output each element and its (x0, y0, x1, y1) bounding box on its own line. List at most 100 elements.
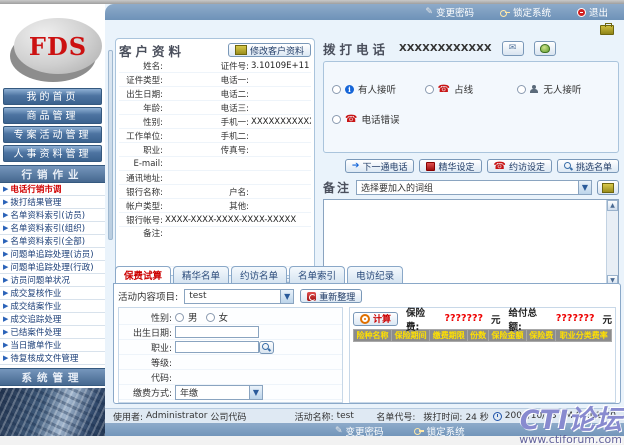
dial-panel-title: 拨打电话 (323, 39, 389, 58)
sidebar-item-dial-results[interactable]: ▶ 拨打结果管理 (0, 196, 105, 209)
radio-icon[interactable] (425, 85, 434, 94)
sidebar-item-campaigns[interactable]: 专案活动管理 (3, 126, 102, 143)
sidebar-item-hr[interactable]: 人事资料管理 (3, 145, 102, 162)
pick-list-button[interactable]: 挑选名单 (557, 159, 619, 173)
gender-male-option[interactable]: 男 (175, 310, 198, 324)
arrow-icon: ▶ (3, 289, 8, 297)
activity-item-label: 活动内容项目: (118, 289, 178, 303)
birthdate-field[interactable] (175, 326, 259, 338)
briefcase-icon (600, 25, 614, 35)
customer-row: 职业: 传真号: (119, 143, 311, 157)
option-no-answer[interactable]: 无人接听 (517, 82, 610, 96)
customer-row: 工作单位: 手机二: (119, 129, 311, 143)
phone-icon: ☎ (345, 115, 357, 124)
change-password-link[interactable]: ✎ 变更密码 (425, 5, 474, 19)
sidebar-section-marketing[interactable]: 行销作业 (0, 165, 105, 183)
col-occupation-rate: 职业分类费率 (556, 330, 612, 342)
logo: FDS (0, 4, 105, 86)
customer-row: E-mail: (119, 157, 311, 171)
edit-customer-button[interactable]: 修改客户资料 (228, 43, 311, 57)
sidebar-item-pending-review-docs[interactable]: ▶ 待复核成文件管理 (0, 352, 105, 365)
option-wrong-number[interactable]: ☎ 电话错误 (332, 112, 425, 126)
next-call-button[interactable]: ➔ 下一通电话 (345, 159, 415, 173)
customer-row: 银行帐号:XXXX-XXXX-XXXX-XXXX-XXXXX (119, 213, 311, 227)
payment-method-label: 缴费方式: (119, 386, 175, 399)
sidebar-item-home[interactable]: 我的首页 (3, 88, 102, 105)
phone-icon: ☎ (438, 85, 450, 94)
sidebar-item-issue-track-admin[interactable]: ▶ 问题单追踪处理(行政) (0, 261, 105, 274)
customer-row: 性别: 手机一:XXXXXXXXXXXX (119, 115, 311, 129)
edit-customer-icon (235, 45, 247, 55)
highlight-settings-button[interactable]: 精华设定 (419, 159, 481, 173)
col-payment-term: 缴费期限 (430, 330, 468, 342)
calculate-button[interactable]: 计算 (353, 312, 398, 326)
briefcase-button[interactable] (600, 25, 614, 38)
message-button[interactable]: ✉ (502, 41, 524, 56)
option-answered[interactable]: i 有人接听 (332, 82, 425, 96)
phrase-select[interactable]: 选择要加入的词组 ▼ (356, 180, 592, 195)
sidebar-item-closed-cases[interactable]: ▶ 已结案件处理 (0, 326, 105, 339)
status-activity: 活动名称: test (295, 410, 354, 423)
magnifier-icon (262, 343, 271, 352)
book-icon (426, 162, 435, 171)
customer-panel-title: 客户资料 (119, 41, 185, 60)
sidebar-item-issue-track-agent[interactable]: ▶ 问题单追踪处理(访员) (0, 248, 105, 261)
call-result-options: i 有人接听 ☎ 占线 无人接听 (323, 61, 619, 153)
birthdate-label: 出生日期: (119, 326, 175, 339)
arrow-icon: ▶ (3, 263, 8, 271)
calculate-icon (360, 314, 370, 324)
payment-method-select[interactable]: 年缴 ▼ (175, 385, 263, 400)
phone-icon: ☎ (494, 162, 506, 171)
sidebar-item-list-index-all[interactable]: ▶ 名单资料索引(全部) (0, 235, 105, 248)
option-busy[interactable]: ☎ 占线 (425, 82, 518, 96)
radio-icon[interactable] (332, 85, 341, 94)
empty-table-body (354, 342, 612, 402)
logout-link[interactable]: 退出 (577, 5, 608, 19)
sidebar-item-daily-cancel[interactable]: ▶ 当日撤单作业 (0, 339, 105, 352)
main-area: ✎ 变更密码 锁定系统 退出 客户资料 (105, 4, 624, 445)
premium-value: ??????? (444, 313, 483, 324)
sidebar-item-phone-survey[interactable]: ▶ 电话行销市调 (0, 183, 105, 196)
sidebar-item-products[interactable]: 商品管理 (3, 107, 102, 124)
occupation-field[interactable] (175, 341, 259, 353)
radio-icon[interactable] (517, 85, 526, 94)
occupation-lookup-button[interactable] (259, 341, 274, 354)
tab-appointment-list[interactable]: 约访名单 (231, 266, 287, 283)
sidebar-item-deal-review[interactable]: ▶ 成交复核作业 (0, 287, 105, 300)
sidebar-item-agent-issue-status[interactable]: ▶ 访员问题单状况 (0, 274, 105, 287)
sidebar-item-deal-track[interactable]: ▶ 成交追踪处理 (0, 313, 105, 326)
customer-row: 出生日期: 电话二: (119, 87, 311, 101)
lower-panel: 保费试算 精华名单 约访名单 名单索引 电访纪录 活动内容项目: test ▼ (113, 266, 621, 404)
notes-label: 备注 (323, 179, 351, 196)
status-user: 使用者: Administrator 公司代码 (113, 410, 246, 423)
tab-premium-trial[interactable]: 保费试算 (115, 266, 171, 283)
next-call-icon: ➔ (352, 161, 360, 171)
lock-system-link[interactable]: 锁定系统 (500, 5, 551, 19)
paste-icon (602, 183, 614, 193)
activity-select[interactable]: test ▼ (184, 289, 294, 304)
insert-phrase-button[interactable] (597, 180, 619, 195)
tab-highlight-list[interactable]: 精华名单 (173, 266, 229, 283)
gender-female-option[interactable]: 女 (206, 310, 229, 324)
collapse-handle[interactable] (108, 50, 113, 240)
sidebar-item-deal-close[interactable]: ▶ 成交结案作业 (0, 300, 105, 313)
radio-icon[interactable] (175, 313, 184, 322)
col-insured-amount: 保险金额 (488, 330, 526, 342)
dial-number: XXXXXXXXXXXX (399, 43, 492, 54)
radio-icon[interactable] (332, 115, 341, 124)
arrow-icon: ▶ (3, 237, 8, 245)
sidebar-section-system[interactable]: 系统管理 (0, 368, 105, 386)
tab-call-records[interactable]: 电访纪录 (347, 266, 403, 283)
radio-icon[interactable] (206, 313, 215, 322)
refresh-button[interactable]: 重新整理 (300, 289, 362, 303)
col-premium: 保险费 (527, 330, 556, 342)
tab-list-index[interactable]: 名单索引 (289, 266, 345, 283)
col-insurance-name: 险种名称 (354, 330, 392, 342)
scroll-up-icon[interactable]: ▲ (607, 200, 618, 211)
sidebar-item-list-index-agent[interactable]: ▶ 名单资料索引(访员) (0, 209, 105, 222)
col-units: 份数 (468, 330, 489, 342)
appointment-settings-button[interactable]: ☎ 约访设定 (487, 159, 552, 173)
sidebar-item-list-index-org[interactable]: ▶ 名单资料索引(组织) (0, 222, 105, 235)
money-button[interactable] (534, 41, 556, 56)
total-payout-value: ??????? (556, 313, 595, 324)
